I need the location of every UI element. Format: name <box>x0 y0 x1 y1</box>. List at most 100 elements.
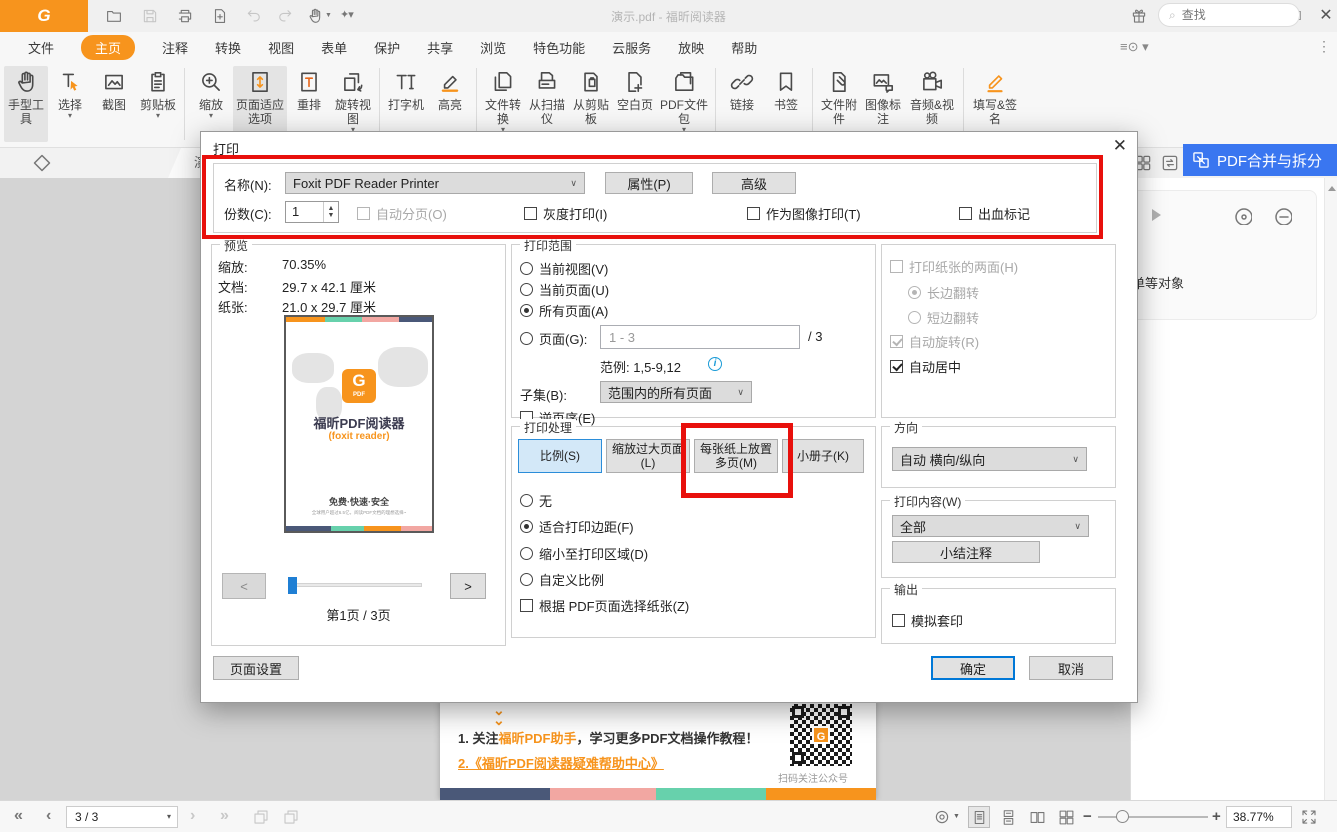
qr-finder <box>792 706 804 718</box>
cancel-button[interactable]: 取消 <box>1029 656 1113 680</box>
gift-icon[interactable] <box>1130 7 1148 25</box>
collapse-minus-icon[interactable] <box>1272 205 1292 225</box>
facing-continuous-view-icon[interactable] <box>1055 806 1077 828</box>
zoom-slider-track[interactable] <box>1098 816 1208 818</box>
preview-next-button[interactable]: > <box>450 573 486 599</box>
simulate-overprint-checkbox[interactable]: 模拟套印 <box>892 611 963 630</box>
expand-play-icon[interactable] <box>1152 209 1161 221</box>
caret-down-icon[interactable]: ▼ <box>953 813 960 820</box>
facing-view-icon[interactable] <box>1026 806 1048 828</box>
preview-prev-button[interactable]: < <box>222 573 266 599</box>
custom-scale-radio[interactable]: 自定义比例 <box>520 570 604 589</box>
find-filter-icon[interactable]: ≡⊙ ▾ <box>1120 39 1149 55</box>
pages-radio[interactable]: 页面(G): <box>520 329 587 348</box>
orientation-select[interactable]: 自动 横向/纵向∨ <box>892 447 1087 471</box>
page-setup-button[interactable]: 页面设置 <box>213 656 299 680</box>
stepper-arrows-icon[interactable]: ▲▼ <box>323 202 338 222</box>
ribbon-snapshot[interactable]: 截图 <box>92 66 136 142</box>
continuous-view-icon[interactable] <box>997 806 1019 828</box>
ribbon-clipboard[interactable]: 剪贴板▾ <box>136 66 180 142</box>
last-page-icon[interactable]: » <box>220 806 229 826</box>
current-view-radio[interactable]: 当前视图(V) <box>520 259 608 278</box>
fullscreen-icon[interactable] <box>1300 808 1318 826</box>
flip-short-edge-radio[interactable]: 短边翻转 <box>908 308 979 327</box>
subset-select[interactable]: 范围内的所有页面∨ <box>600 381 752 403</box>
menu-home[interactable]: 主页 <box>81 35 135 60</box>
menu-protect[interactable]: 保护 <box>374 38 400 57</box>
menu-share[interactable]: 共享 <box>427 38 453 57</box>
pdf-merge-split-button[interactable]: PDF合并与拆分 <box>1183 144 1337 176</box>
caret-down-icon: ▾ <box>156 112 160 120</box>
previous-view-icon[interactable] <box>252 808 270 826</box>
preview-page-slider-track[interactable] <box>288 583 422 587</box>
zoom-level-input[interactable] <box>1227 807 1291 827</box>
advanced-button[interactable]: 高级 <box>712 172 796 194</box>
first-page-icon[interactable]: « <box>14 806 23 826</box>
menu-cloud[interactable]: 云服务 <box>612 38 651 57</box>
help-center-link[interactable]: 2.《福昕PDF阅读器疑难帮助中心》 <box>458 753 664 772</box>
menu-slideshow[interactable]: 放映 <box>678 38 704 57</box>
fit-margins-radio[interactable]: 适合打印边距(F) <box>520 517 634 536</box>
info-icon[interactable]: i <box>708 357 722 371</box>
menu-features[interactable]: 特色功能 <box>533 38 585 57</box>
page-indicator[interactable]: 3 / 3▾ <box>66 806 178 828</box>
panel-scrollbar[interactable] <box>1324 178 1337 800</box>
auto-rotate-checkbox[interactable]: 自动旋转(R) <box>890 332 979 351</box>
copies-label: 份数(C): <box>224 204 272 223</box>
properties-button[interactable]: 属性(P) <box>605 172 693 194</box>
flip-long-edge-radio[interactable]: 长边翻转 <box>908 283 979 302</box>
grayscale-checkbox[interactable]: 灰度打印(I) <box>524 204 607 223</box>
summarize-comments-button[interactable]: 小结注释 <box>892 541 1040 563</box>
printer-name-select[interactable]: Foxit PDF Reader Printer∨ <box>285 172 585 194</box>
search-box[interactable]: ⌕ <box>1158 3 1300 27</box>
print-content-select[interactable]: 全部∨ <box>892 515 1089 537</box>
all-pages-radio[interactable]: 所有页面(A) <box>520 301 608 320</box>
print-as-image-checkbox[interactable]: 作为图像打印(T) <box>747 204 861 223</box>
zoom-out-icon[interactable]: − <box>1083 808 1092 825</box>
reduce-to-printable-radio[interactable]: 缩小至打印区域(D) <box>520 544 648 563</box>
caret-down-icon: ▾ <box>68 112 72 120</box>
multiple-pages-per-sheet-tab[interactable]: 每张纸上放置多页(M) <box>694 439 778 473</box>
auto-center-checkbox[interactable]: 自动居中 <box>890 357 961 376</box>
menu-file[interactable]: 文件 <box>28 38 54 57</box>
menu-form[interactable]: 表单 <box>321 38 347 57</box>
dialog-close-icon[interactable]: ✕ <box>1113 136 1127 156</box>
print-both-sides-checkbox[interactable]: 打印纸张的两面(H) <box>890 257 1018 276</box>
booklet-tab[interactable]: 小册子(K) <box>782 439 864 473</box>
ribbon-divider <box>715 68 716 140</box>
bleed-marks-checkbox[interactable]: 出血标记 <box>959 204 1030 223</box>
next-page-icon[interactable]: › <box>190 806 195 826</box>
zoom-level-box[interactable] <box>1226 806 1292 828</box>
pages-range-input[interactable]: 1 - 3 <box>600 325 800 349</box>
close-button[interactable]: ✕ <box>1311 0 1337 32</box>
current-page-radio[interactable]: 当前页面(U) <box>520 280 609 299</box>
copies-stepper[interactable]: 1 ▲▼ <box>285 201 339 223</box>
menu-browse[interactable]: 浏览 <box>480 38 506 57</box>
zoom-in-icon[interactable]: + <box>1212 808 1221 825</box>
previous-page-icon[interactable]: ‹ <box>46 806 51 826</box>
target-icon[interactable] <box>1232 205 1252 225</box>
ribbon-select[interactable]: 选择▾ <box>48 66 92 142</box>
collate-checkbox[interactable]: 自动分页(O) <box>357 204 447 223</box>
menu-help[interactable]: 帮助 <box>731 38 757 57</box>
swap-pages-icon[interactable] <box>1160 153 1180 173</box>
more-options-icon[interactable]: ⋮ <box>1317 38 1331 55</box>
preview-page-slider-handle[interactable] <box>288 577 297 594</box>
shrink-oversized-tab[interactable]: 缩放过大页面(L) <box>606 439 690 473</box>
menu-view[interactable]: 视图 <box>268 38 294 57</box>
menu-convert[interactable]: 转换 <box>215 38 241 57</box>
scroll-up-icon[interactable] <box>1328 186 1336 191</box>
ribbon-hand-tool[interactable]: 手型工具 <box>4 66 48 142</box>
scale-none-radio[interactable]: 无 <box>520 491 552 510</box>
choose-paper-by-pdf-checkbox[interactable]: 根据 PDF页面选择纸张(Z) <box>520 596 689 615</box>
menu-comment[interactable]: 注释 <box>162 38 188 57</box>
view-mode-eye-icon[interactable] <box>933 808 951 826</box>
scale-tab[interactable]: 比例(S) <box>518 439 602 473</box>
single-page-view-icon[interactable] <box>968 806 990 828</box>
zoom-slider-handle[interactable] <box>1116 810 1129 823</box>
ok-button[interactable]: 确定 <box>931 656 1015 680</box>
cover-app-name: 福昕PDF阅读器 <box>286 413 432 432</box>
signature-quill-icon[interactable] <box>30 151 54 175</box>
search-input[interactable] <box>1182 8 1272 22</box>
next-view-icon[interactable] <box>282 808 300 826</box>
